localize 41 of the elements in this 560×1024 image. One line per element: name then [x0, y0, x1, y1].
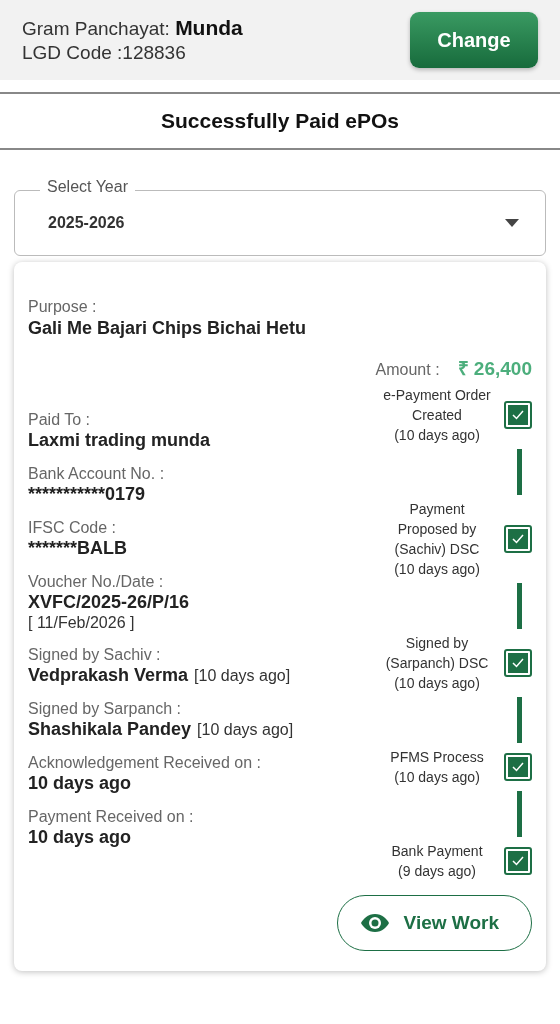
field-label: Signed by Sachiv :: [28, 646, 162, 664]
eye-icon: [359, 913, 390, 933]
step-label: e-Payment Order Created (10 days ago): [382, 386, 492, 445]
field-note: [10 days ago]: [197, 721, 294, 739]
check-icon: [512, 534, 524, 544]
step-label: PFMS Process (10 days ago): [389, 748, 485, 787]
field-label: Bank Account No. :: [28, 465, 166, 483]
check-icon: [512, 410, 524, 420]
field-label: Signed by Sarpanch :: [28, 700, 182, 718]
field-note: [10 days ago]: [194, 667, 291, 685]
field-label: Paid To :: [28, 411, 91, 429]
step-label: Bank Payment (9 days ago): [390, 842, 484, 881]
field-value: Shashikala Pandey: [28, 719, 192, 740]
field-value: Laxmi trading munda: [28, 430, 212, 451]
check-icon: [512, 762, 524, 772]
field-value: ***********0179: [28, 484, 147, 505]
lgd-code: LGD Code :128836: [22, 42, 187, 64]
dropdown-icon: [505, 219, 519, 227]
field-value: 10 days ago: [28, 827, 133, 848]
amount-value: ₹ 26,400: [457, 357, 532, 381]
field-note: [ 11/Feb/2026 ]: [28, 614, 136, 632]
check-icon: [512, 658, 524, 668]
field-label: Purpose :: [28, 298, 98, 316]
amount-label: Amount :: [375, 361, 440, 379]
field-value: 10 days ago: [28, 773, 133, 794]
field-label: IFSC Code :: [28, 519, 118, 537]
step-label: Signed by (Sarpanch) DSC (10 days ago): [384, 634, 490, 693]
check-icon: [512, 856, 524, 866]
field-value: Vedprakash Verma: [28, 665, 189, 686]
step-label: Payment Proposed by (Sachiv) DSC (10 days ago): [393, 500, 481, 579]
change-button[interactable]: Change: [410, 12, 538, 68]
select-value: 2025-2026: [48, 214, 125, 232]
view-work-button[interactable]: View Work: [336, 895, 532, 951]
panchayat-name: Gram Panchayat: Munda: [22, 16, 243, 40]
field-label: Acknowledgement Received on :: [28, 754, 263, 772]
field-value: XVFC/2025-26/P/16: [28, 592, 191, 613]
field-label: Voucher No./Date :: [28, 573, 165, 591]
purpose-value: Gali Me Bajari Chips Bichai Hetu: [28, 318, 308, 339]
field-value: *******BALB: [28, 538, 129, 559]
page-title: Successfully Paid ePOs: [160, 109, 400, 133]
field-label: Payment Received on :: [28, 808, 195, 826]
